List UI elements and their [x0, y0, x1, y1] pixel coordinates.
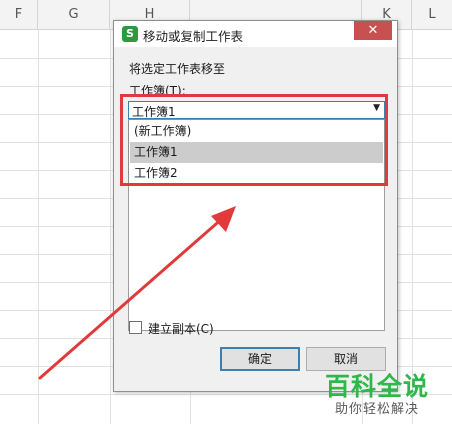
watermark-slogan: 助你轻松解决 — [335, 402, 420, 417]
annotation-arrow-icon — [38, 206, 236, 380]
